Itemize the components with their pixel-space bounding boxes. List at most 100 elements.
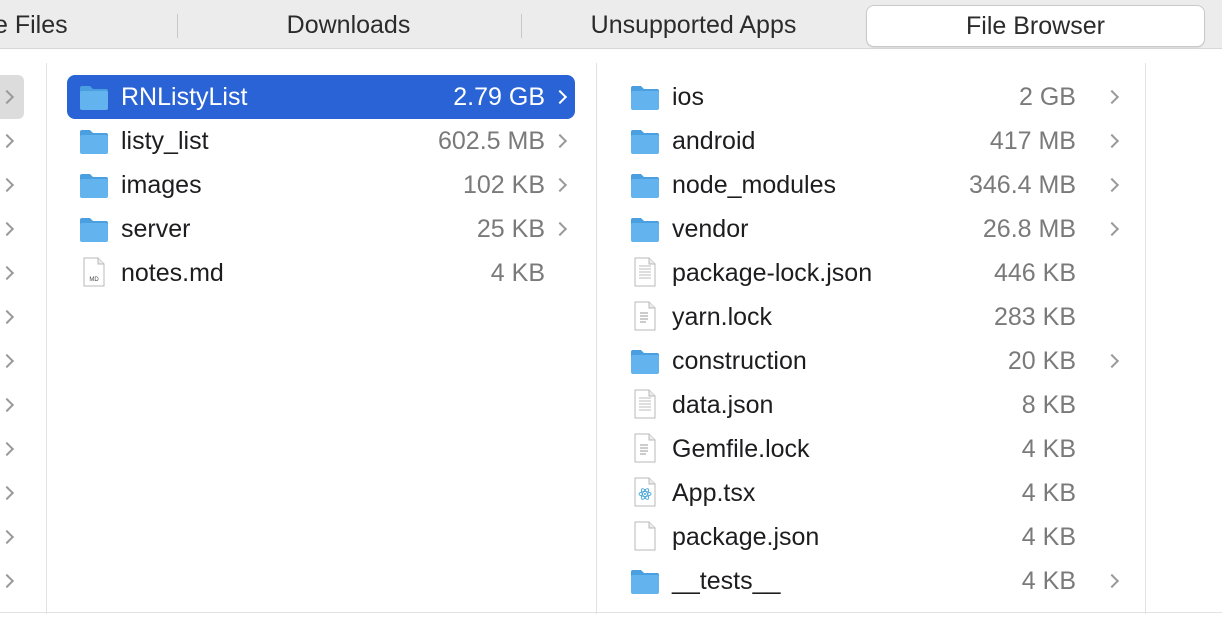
item-size: 2.79 GB — [453, 83, 545, 111]
folder-icon — [630, 567, 660, 595]
tab-downloads[interactable]: Downloads — [200, 4, 497, 46]
folder-row[interactable]: server 25 KB — [67, 207, 575, 251]
parent-row-selected[interactable] — [0, 75, 24, 119]
item-name: server — [121, 215, 191, 243]
folder-icon — [79, 215, 109, 243]
parent-row[interactable] — [0, 295, 46, 339]
folder-row[interactable]: RNListyList 2.79 GB — [67, 75, 575, 119]
folder-row[interactable]: vendor 26.8 MB — [618, 207, 1126, 251]
chevron-right-icon — [552, 133, 568, 149]
item-size: 4 KB — [1021, 479, 1076, 507]
item-name: RNListyList — [121, 83, 248, 111]
item-size: 26.8 MB — [982, 215, 1076, 243]
item-name: ios — [672, 83, 704, 111]
item-name: construction — [672, 347, 807, 375]
folder-icon — [79, 127, 109, 155]
chevron-right-icon — [0, 441, 15, 457]
folder-row[interactable]: images 102 KB — [67, 163, 575, 207]
tab-divider — [521, 14, 522, 38]
chevron-right-icon — [0, 89, 15, 105]
parent-row[interactable] — [0, 207, 46, 251]
chevron-right-icon — [0, 177, 15, 193]
item-name: Gemfile.lock — [672, 435, 810, 463]
tab-unsupported-apps[interactable]: Unsupported Apps — [545, 4, 842, 46]
file-row[interactable]: data.json 8 KB — [618, 383, 1126, 427]
parent-row[interactable] — [0, 339, 46, 383]
tab-file-browser[interactable]: File Browser — [866, 5, 1205, 47]
folder-icon — [630, 347, 660, 375]
react-file-icon — [630, 477, 660, 507]
folder-row[interactable]: __tests__ 4 KB — [618, 559, 1126, 603]
file-row[interactable]: package.json 4 KB — [618, 515, 1126, 559]
chevron-right-icon — [1104, 573, 1120, 589]
item-name: data.json — [672, 391, 774, 419]
file-icon — [630, 521, 660, 551]
markdown-file-icon: MD — [79, 257, 109, 287]
item-size: 25 KB — [476, 215, 545, 243]
column-parent — [0, 63, 46, 614]
item-name: __tests__ — [672, 567, 781, 595]
file-row[interactable]: package-lock.json 446 KB — [618, 251, 1126, 295]
item-size: 446 KB — [993, 259, 1076, 287]
chevron-right-icon — [0, 221, 15, 237]
column-project-root: RNListyList 2.79 GB listy_list 602.5 MB imag… — [47, 63, 596, 614]
chevron-right-icon — [0, 309, 15, 325]
folder-row[interactable]: node_modules 346.4 MB — [618, 163, 1126, 207]
file-row[interactable]: MD notes.md 4 KB — [67, 251, 575, 295]
folder-icon — [79, 83, 109, 111]
parent-row[interactable] — [0, 163, 46, 207]
folder-icon — [630, 171, 660, 199]
chevron-right-icon — [552, 221, 568, 237]
folder-row[interactable]: construction 20 KB — [618, 339, 1126, 383]
folder-row[interactable]: android 417 MB — [618, 119, 1126, 163]
file-row[interactable]: yarn.lock 283 KB — [618, 295, 1126, 339]
item-size: 4 KB — [1021, 523, 1076, 551]
column-rnlistylist: ios 2 GB android 417 MB node_modules 346.4 MB… — [597, 63, 1145, 614]
parent-row[interactable] — [0, 383, 46, 427]
parent-row[interactable] — [0, 119, 46, 163]
file-row[interactable]: Gemfile.lock 4 KB — [618, 427, 1126, 471]
chevron-right-icon — [0, 397, 15, 413]
chevron-right-icon — [552, 177, 568, 193]
horizontal-scroll-edge — [0, 612, 1222, 613]
parent-row[interactable] — [0, 471, 46, 515]
chevron-right-icon — [1104, 177, 1120, 193]
item-name: images — [121, 171, 202, 199]
folder-row[interactable]: listy_list 602.5 MB — [67, 119, 575, 163]
item-size: 4 KB — [490, 259, 545, 287]
chevron-right-icon — [0, 529, 15, 545]
folder-row[interactable]: ios 2 GB — [618, 75, 1126, 119]
item-size: 20 KB — [1007, 347, 1076, 375]
parent-row[interactable] — [0, 427, 46, 471]
column-divider — [1145, 63, 1146, 614]
json-file-icon — [630, 257, 660, 287]
folder-icon — [630, 215, 660, 243]
item-name: yarn.lock — [672, 303, 773, 331]
item-name: package.json — [672, 523, 820, 551]
item-size: 2 GB — [1019, 83, 1076, 111]
item-size: 8 KB — [1021, 391, 1076, 419]
item-name: node_modules — [672, 171, 837, 199]
svg-text:MD: MD — [89, 277, 99, 283]
parent-row[interactable] — [0, 515, 46, 559]
item-size: 4 KB — [1021, 435, 1076, 463]
tab-bar: e Files Downloads Unsupported Apps File … — [0, 0, 1222, 49]
item-name: vendor — [672, 215, 749, 243]
folder-icon — [630, 83, 660, 111]
folder-icon — [79, 171, 109, 199]
file-row[interactable]: App.tsx 4 KB — [618, 471, 1126, 515]
parent-row[interactable] — [0, 251, 46, 295]
item-name: package-lock.json — [672, 259, 873, 287]
parent-row[interactable] — [0, 559, 46, 603]
chevron-right-icon — [1104, 221, 1120, 237]
item-name: notes.md — [121, 259, 224, 287]
chevron-right-icon — [1104, 353, 1120, 369]
tab-files[interactable]: e Files — [0, 4, 84, 46]
item-name: android — [672, 127, 756, 155]
item-size: 102 KB — [462, 171, 545, 199]
item-size: 4 KB — [1021, 567, 1076, 595]
chevron-right-icon — [0, 133, 15, 149]
chevron-right-icon — [1104, 89, 1120, 105]
chevron-right-icon — [0, 573, 15, 589]
chevron-right-icon — [552, 89, 568, 105]
